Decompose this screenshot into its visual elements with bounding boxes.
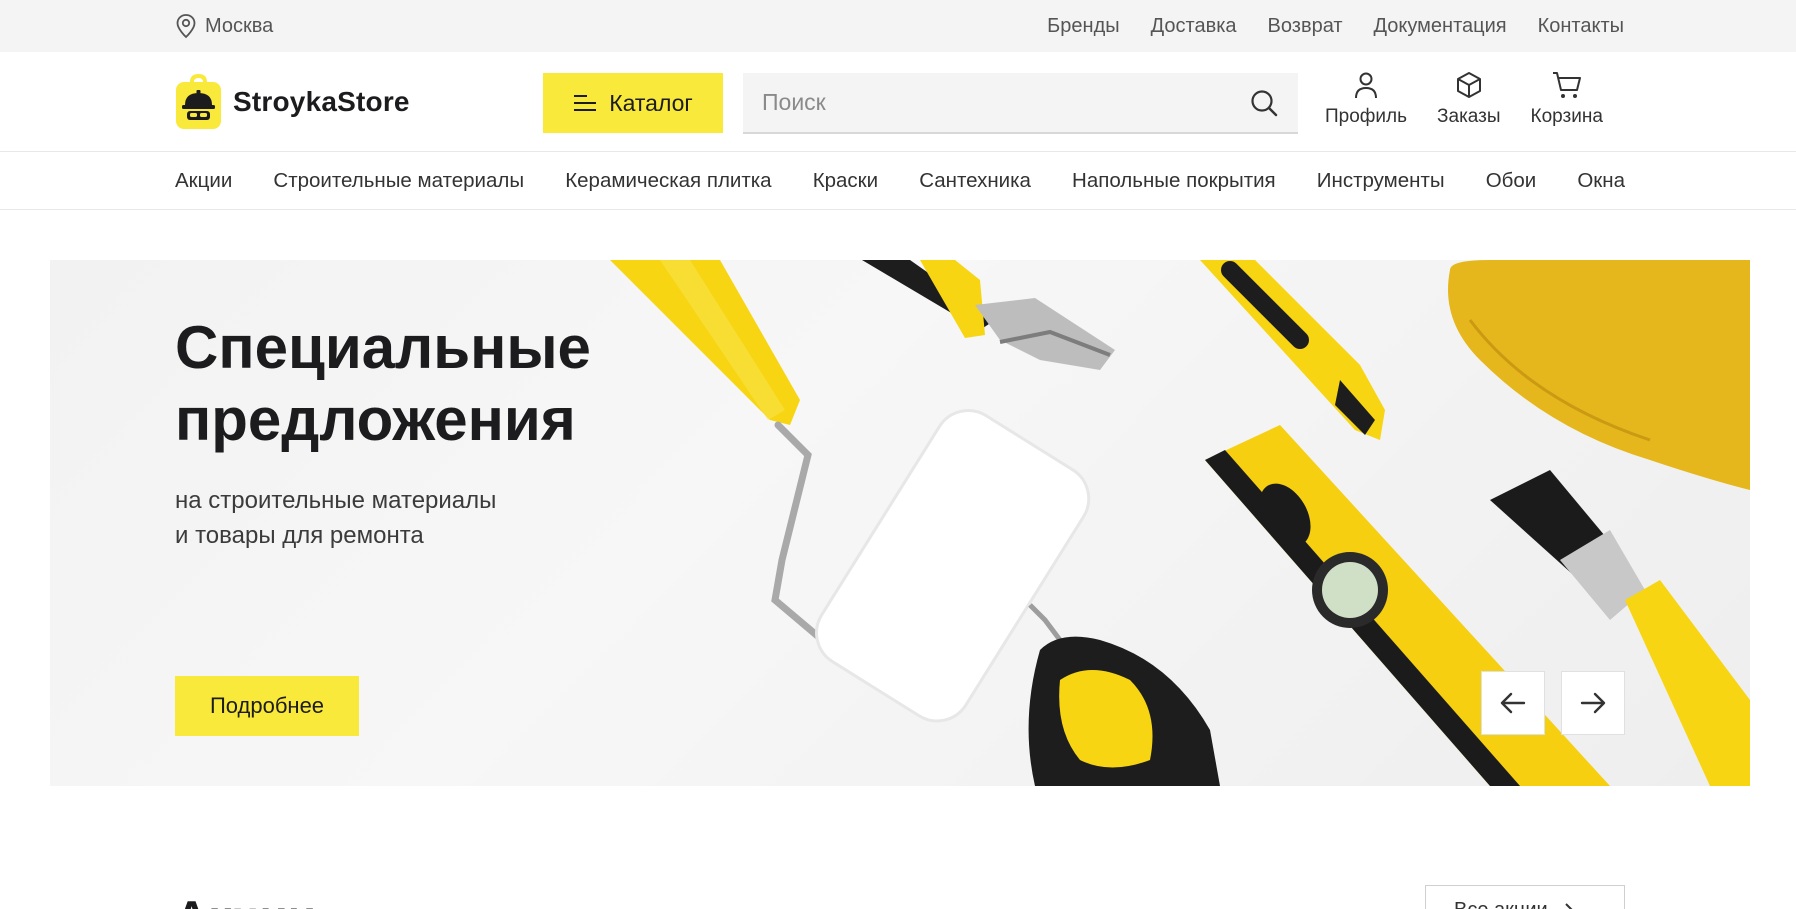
nav-item-tools[interactable]: Инструменты — [1317, 169, 1445, 193]
hero-banner: Специальные предложения на строительные … — [50, 260, 1750, 786]
pliers-illustration — [862, 260, 1115, 370]
hero-subtitle: на строительные материалы и товары для р… — [175, 483, 496, 553]
search-box — [743, 73, 1298, 134]
arrow-left-icon — [1500, 692, 1526, 714]
all-promotions-label: Все акции — [1454, 899, 1548, 909]
chevron-right-icon — [1564, 903, 1573, 909]
slider-next-button[interactable] — [1561, 671, 1625, 735]
top-links: Бренды Доставка Возврат Документация Кон… — [1047, 13, 1624, 39]
cart-icon — [1552, 72, 1581, 98]
nav-item-plumbing[interactable]: Сантехника — [919, 169, 1031, 193]
more-details-label: Подробнее — [209, 693, 325, 718]
hero-subtitle-line-1: на строительные материалы — [175, 487, 497, 514]
catalog-menu-icon — [574, 95, 597, 111]
cart-button[interactable]: Корзина — [1531, 70, 1603, 128]
category-nav: Акции Строительные материалы Керамическа… — [0, 153, 1796, 210]
orders-button[interactable]: Заказы — [1437, 70, 1501, 128]
hero-subtitle-line-2: и товары для ремонта — [175, 522, 424, 549]
nav-item-ceramic-tiles[interactable]: Керамическая плитка — [565, 169, 771, 193]
top-link-returns[interactable]: Возврат — [1268, 15, 1343, 38]
box-icon — [1456, 72, 1481, 98]
nav-item-building-materials[interactable]: Строительные материалы — [273, 169, 524, 193]
nav-item-paints[interactable]: Краски — [813, 169, 878, 193]
top-link-brands[interactable]: Бренды — [1047, 15, 1119, 38]
logo-hardhat-icon — [176, 74, 221, 129]
slider-prev-button[interactable] — [1481, 671, 1545, 735]
logo[interactable]: StroykaStore — [175, 74, 410, 130]
nav-item-wallpaper[interactable]: Обои — [1486, 169, 1537, 193]
city-selector[interactable]: Москва — [175, 13, 273, 39]
utility-knife-illustration — [1200, 260, 1385, 440]
profile-label: Профиль — [1325, 106, 1408, 127]
all-promotions-button[interactable]: Все акции — [1425, 885, 1625, 909]
hero-title-line-2: предложения — [175, 386, 576, 453]
logo-text: StroykaStore — [233, 86, 410, 117]
search-icon[interactable] — [1250, 89, 1278, 117]
catalog-button[interactable]: Каталог — [543, 73, 723, 133]
city-label: Москва — [205, 14, 274, 37]
tape-measure-illustration — [1028, 603, 1220, 786]
location-pin-icon — [176, 14, 196, 39]
promotions-section-title: Акции — [175, 890, 316, 909]
top-link-documents[interactable]: Документация — [1374, 15, 1507, 38]
search-input[interactable] — [743, 73, 1233, 132]
arrow-right-icon — [1580, 692, 1606, 714]
catalog-button-label: Каталог — [609, 89, 693, 116]
hero-title: Специальные предложения — [175, 312, 591, 456]
cart-label: Корзина — [1530, 106, 1603, 127]
profile-button[interactable]: Профиль — [1325, 70, 1407, 128]
hero-title-line-1: Специальные — [175, 314, 591, 381]
header-icons: Профиль Заказы Корзина — [1325, 70, 1603, 128]
header: StroykaStore Каталог Профиль — [0, 52, 1796, 152]
top-link-contacts[interactable]: Контакты — [1538, 15, 1624, 38]
more-details-button[interactable]: Подробнее — [175, 676, 359, 736]
nav-item-promotions[interactable]: Акции — [175, 169, 232, 193]
work-glove-illustration — [1448, 260, 1750, 490]
orders-label: Заказы — [1437, 106, 1501, 127]
user-icon — [1355, 72, 1378, 99]
nav-item-windows[interactable]: Окна — [1577, 169, 1625, 193]
top-bar: Москва Бренды Доставка Возврат Документа… — [0, 0, 1796, 52]
top-link-delivery[interactable]: Доставка — [1151, 15, 1237, 38]
nav-item-flooring[interactable]: Напольные покрытия — [1072, 169, 1276, 193]
